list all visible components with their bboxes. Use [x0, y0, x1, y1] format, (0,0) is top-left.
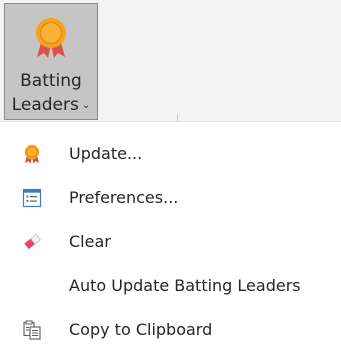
clipboard-icon: [23, 320, 41, 340]
menu-item-label: Clear: [69, 232, 111, 251]
menu-item-copy-to-clipboard[interactable]: Copy to Clipboard: [0, 308, 341, 352]
menu-item-auto-update[interactable]: Auto Update Batting Leaders: [0, 264, 341, 308]
menu-item-label: Preferences...: [69, 188, 179, 207]
menu-item-preferences[interactable]: Preferences...: [0, 176, 341, 220]
menu-item-label: Update...: [69, 144, 143, 163]
batting-leaders-dropdown-menu: Update... Preferences... Clear Auto Upda…: [0, 122, 341, 356]
batting-leaders-button[interactable]: Batting Leaders ⌄: [4, 3, 98, 120]
preferences-icon: [22, 188, 42, 208]
menu-item-label: Copy to Clipboard: [69, 320, 213, 339]
batting-leaders-label-line2: Leaders ⌄: [5, 95, 97, 116]
eraser-icon: [24, 233, 41, 250]
app-stage: Batting Leaders ⌄ Update... Preferences.…: [0, 0, 341, 356]
ribbon: Batting Leaders ⌄: [0, 0, 341, 122]
medal-icon: [36, 18, 66, 58]
batting-leaders-label-text: Leaders: [11, 95, 79, 115]
medal-icon: [24, 144, 40, 164]
batting-leaders-label-line1: Batting: [20, 71, 82, 91]
menu-item-update[interactable]: Update...: [0, 132, 341, 176]
menu-item-clear[interactable]: Clear: [0, 220, 341, 264]
menu-item-label: Auto Update Batting Leaders: [69, 276, 301, 295]
chevron-down-icon: ⌄: [81, 100, 91, 111]
